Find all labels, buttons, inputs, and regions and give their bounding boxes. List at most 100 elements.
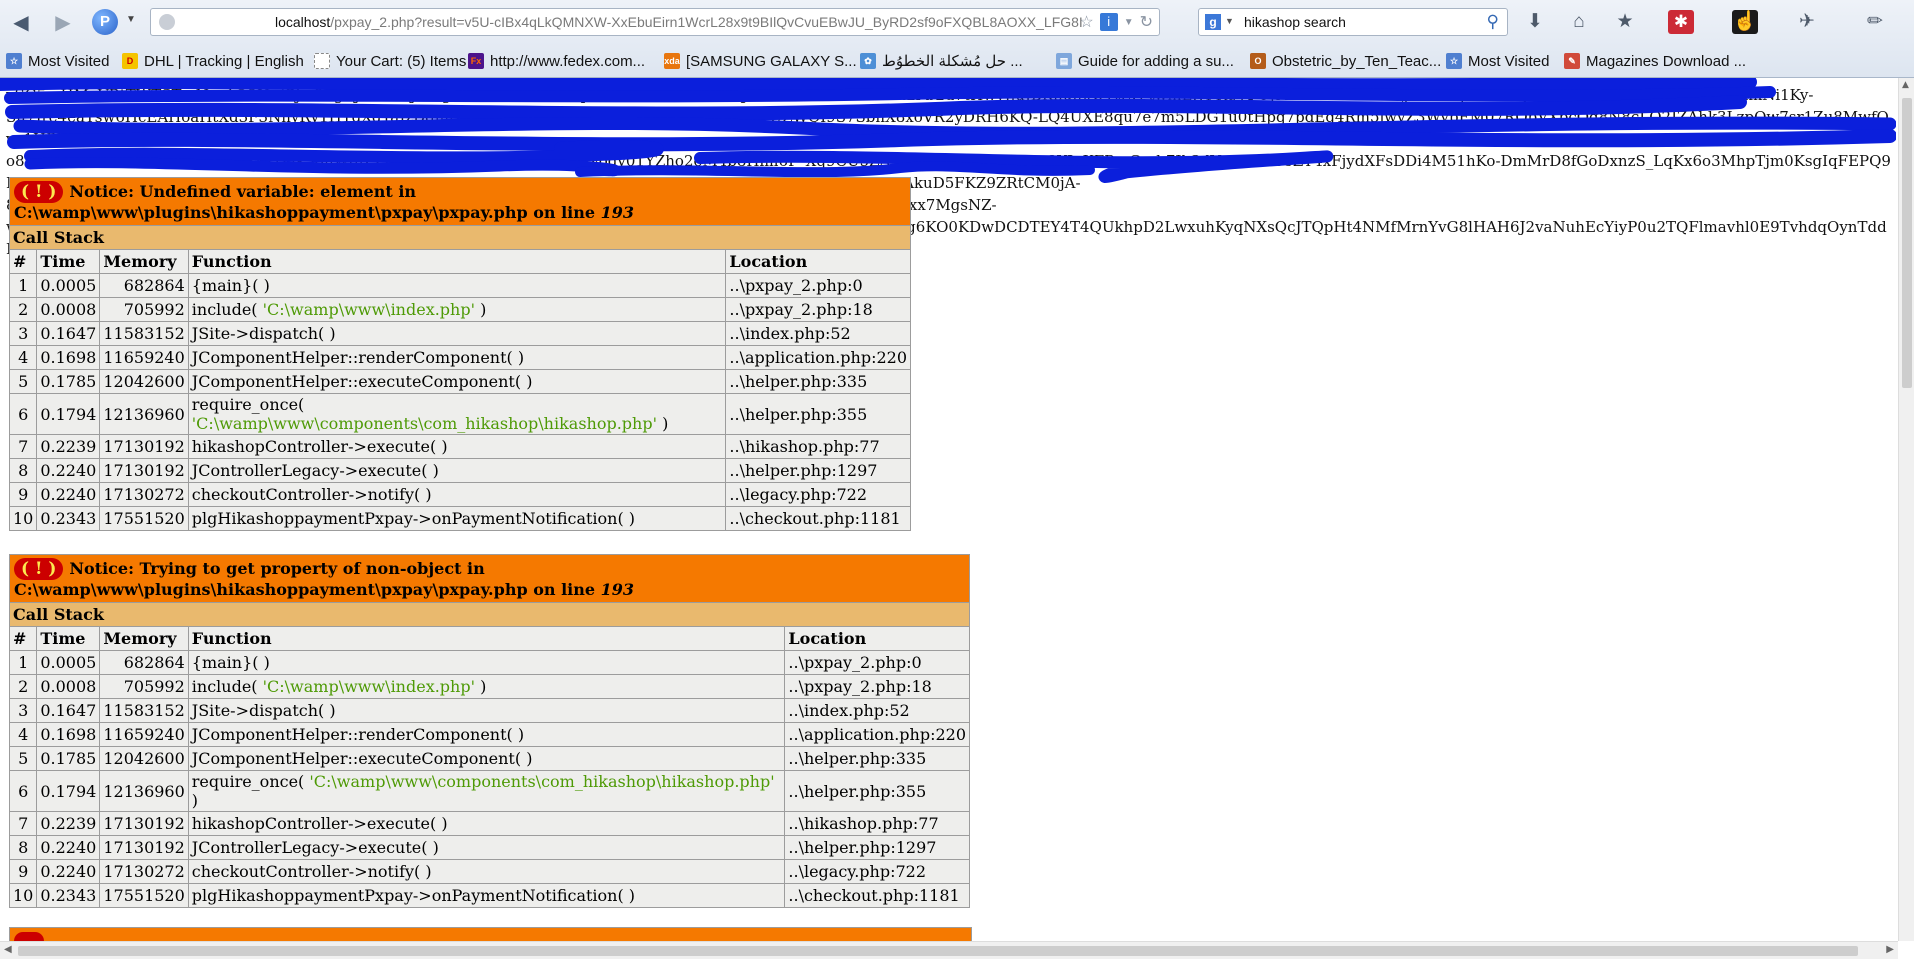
bookmark-item[interactable]: Your Cart: (5) Items: [314, 52, 466, 70]
bookmark-label: Your Cart: (5) Items: [336, 52, 467, 70]
url-bar[interactable]: localhost/pxpay_2.php?result=v5U-cIBx4qL…: [150, 8, 1160, 36]
vertical-scrollbar[interactable]: ▲: [1898, 78, 1914, 941]
function-close: ): [475, 677, 487, 696]
row-memory: 17130192: [99, 458, 189, 483]
function-name: plgHikashoppaymentPxpay->onPaymentNotifi…: [191, 509, 636, 528]
row-location: ..\helper.php:1297: [784, 835, 970, 860]
fedex-icon: Fx: [468, 53, 484, 69]
url-dropdown-icon[interactable]: ▼: [1124, 17, 1134, 28]
notice-message: Notice: Trying to get property of non-ob…: [14, 559, 601, 599]
row-function: {main}( ): [187, 273, 727, 298]
row-number: 6: [8, 770, 38, 812]
table-row: 1 0.0005 682864 {main}( ) ..\pxpay_2.php:0: [8, 273, 911, 298]
most-visited-icon: ☆: [6, 53, 22, 69]
wiki-icon: O: [1250, 53, 1266, 69]
function-close: ): [191, 791, 199, 810]
column-header: #: [8, 626, 38, 651]
garbled-line: Su7Jre4eaYsw6HcEAHoaHtXd3F3NnyRv1HYdXdYa…: [6, 108, 1889, 148]
tools-icon[interactable]: ✏: [1862, 10, 1888, 34]
row-location: ..\index.php:52: [725, 321, 911, 346]
scroll-up-icon[interactable]: ▲: [1902, 80, 1909, 90]
function-close: ): [475, 300, 487, 319]
search-icon[interactable]: ⚲: [1487, 12, 1499, 32]
plugin-icon[interactable]: ✈: [1794, 10, 1820, 34]
function-name: checkoutController->notify( ): [191, 485, 432, 504]
function-name: {main}( ): [191, 653, 270, 672]
scroll-left-icon[interactable]: ◀: [4, 944, 12, 955]
row-number: 8: [8, 835, 38, 860]
function-name: plgHikashoppaymentPxpay->onPaymentNotifi…: [191, 886, 636, 905]
download-icon[interactable]: ⬇: [1522, 10, 1548, 34]
search-input[interactable]: hikashop search: [1244, 14, 1346, 30]
horizontal-scrollbar[interactable]: ◀ ▶: [0, 941, 1898, 959]
horizontal-scroll-thumb[interactable]: [18, 946, 1858, 956]
call-stack-rows: 1 0.0005 682864 {main}( ) ..\pxpay_2.php:0 2 0…: [8, 650, 970, 908]
column-header: Time: [36, 249, 101, 274]
row-memory: 682864: [99, 273, 189, 298]
call-stack-row: Call Stack: [9, 225, 911, 250]
vertical-scroll-thumb[interactable]: [1902, 98, 1912, 388]
bookmark-label: Most Visited: [28, 52, 110, 70]
refresh-icon[interactable]: ↻: [1140, 12, 1153, 32]
firefox-logo-icon[interactable]: P: [92, 9, 118, 35]
row-function: hikashopController->execute( ): [187, 811, 786, 836]
info-icon[interactable]: i: [1099, 13, 1118, 31]
row-time: 0.0008: [36, 674, 101, 699]
row-number: 1: [8, 273, 38, 298]
back-arrow-icon[interactable]: ◀: [8, 10, 34, 36]
table-row: 2 0.0008 705992 include( 'C:\wamp\www\index…: [8, 674, 970, 699]
search-engine-dropdown-icon[interactable]: ▼: [1225, 16, 1234, 26]
row-location: ..\helper.php:1297: [725, 458, 911, 483]
bookmark-item[interactable]: O Obstetric_by_Ten_Teac...: [1250, 52, 1441, 70]
bookmark-item[interactable]: ☆ Most Visited: [6, 52, 109, 70]
history-dropdown-icon[interactable]: ▼: [126, 14, 136, 25]
row-function: JSite->dispatch( ): [187, 321, 727, 346]
bookmark-menu-icon[interactable]: ★: [1612, 10, 1638, 34]
url-host: localhost: [275, 14, 331, 30]
addon-icon[interactable]: ✱: [1668, 10, 1694, 34]
row-function: include( 'C:\wamp\www\index.php' ): [187, 674, 786, 699]
table-row: 10 0.2343 17551520 plgHikashoppaymentPxpay-…: [8, 506, 911, 531]
row-memory: 682864: [99, 650, 189, 675]
row-time: 0.0008: [36, 297, 101, 322]
notice-row: ( ! ) Notice: Trying to get property of n…: [9, 554, 970, 603]
table-header-row: # Time Memory Function Location: [8, 249, 911, 274]
home-icon[interactable]: ⌂: [1566, 10, 1592, 34]
column-header: Function: [187, 626, 786, 651]
bookmark-item[interactable]: ✿ حل مُشكلة الخطوُط ...: [860, 52, 1023, 70]
cursor-icon[interactable]: ☝: [1732, 10, 1758, 34]
table-row: 8 0.2240 17130192 JControllerLegacy->execut…: [8, 458, 911, 483]
table-row: 8 0.2240 17130192 JControllerLegacy->execut…: [8, 835, 970, 860]
function-name: JControllerLegacy->execute( ): [191, 838, 439, 857]
next-notice-partial: [9, 927, 972, 941]
function-name: JSite->dispatch( ): [191, 324, 336, 343]
table-row: 2 0.0008 705992 include( 'C:\wamp\www\index…: [8, 297, 911, 322]
call-stack-rows: 1 0.0005 682864 {main}( ) ..\pxpay_2.php:0 2 0…: [8, 273, 911, 531]
row-time: 0.2240: [36, 482, 101, 507]
row-memory: 17130192: [99, 434, 189, 459]
row-time: 0.1647: [36, 698, 101, 723]
row-function: JComponentHelper::executeComponent( ): [187, 746, 786, 771]
bookmark-item[interactable]: xda [SAMSUNG GALAXY S...: [664, 52, 857, 70]
row-number: 3: [8, 321, 38, 346]
bookmark-item[interactable]: Fx http://www.fedex.com...: [468, 52, 645, 70]
bookmark-label: [SAMSUNG GALAXY S...: [686, 52, 857, 70]
search-bar[interactable]: g ▼ hikashop search ⚲: [1198, 8, 1508, 36]
url-text[interactable]: localhost/pxpay_2.php?result=v5U-cIBx4qL…: [275, 14, 1095, 32]
bookmark-item[interactable]: ✎ Magazines Download ...: [1564, 52, 1746, 70]
bookmark-item[interactable]: ▤ Guide for adding a su...: [1056, 52, 1234, 70]
function-name: JComponentHelper::executeComponent( ): [191, 372, 533, 391]
google-icon[interactable]: g: [1205, 14, 1221, 30]
url-bar-icons: ☆ i ▼ ↻: [1079, 12, 1153, 32]
bookmark-item[interactable]: D DHL | Tracking | English: [122, 52, 304, 70]
pen-icon: ✎: [1564, 53, 1580, 69]
function-name: checkoutController->notify( ): [191, 862, 432, 881]
row-function: JComponentHelper::executeComponent( ): [187, 369, 727, 394]
forward-arrow-icon[interactable]: ▶: [50, 10, 76, 36]
bookmark-item[interactable]: ☆ Most Visited: [1446, 52, 1549, 70]
row-time: 0.2240: [36, 835, 101, 860]
scroll-right-icon[interactable]: ▶: [1886, 944, 1894, 955]
function-name: include(: [191, 677, 263, 696]
star-icon[interactable]: ☆: [1079, 12, 1093, 32]
row-location: ..\application.php:220: [784, 722, 970, 747]
